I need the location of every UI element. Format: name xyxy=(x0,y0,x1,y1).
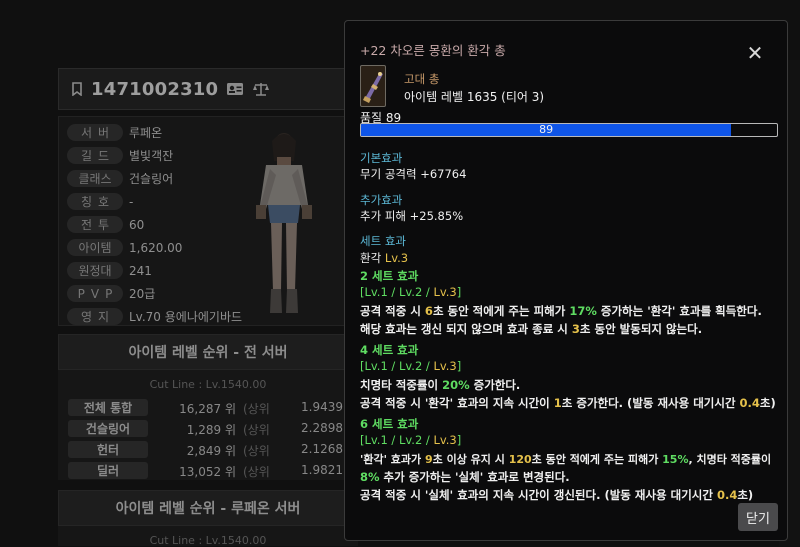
info-value: 건슬링어 xyxy=(129,172,174,186)
ranking-tag: (상위 xyxy=(243,444,270,458)
info-label: PVP xyxy=(67,285,123,302)
set2-effect-line-2: 해당 효과는 갱신 되지 않으며 효과 종료 시 3초 동안 발동되지 않는다. xyxy=(360,322,703,336)
set2-level-line: [Lv.1 / Lv.2 / Lv.3] xyxy=(360,285,462,299)
id-card-icon[interactable] xyxy=(226,82,244,96)
item-tooltip: +22 차오른 몽환의 환각 총 ✕ 고대 총 아이템 레벨 1635 (티어 … xyxy=(344,20,788,541)
ranking-tag: (상위 xyxy=(243,402,270,416)
info-row-guild: 길드 별빛객잔 xyxy=(67,146,173,165)
ranking-label: 전체 통합 xyxy=(68,399,148,416)
info-row-pvp: PVP 20급 xyxy=(67,284,155,303)
extra-effect-line: 추가 피해 +25.85% xyxy=(360,209,464,223)
ranking-row: 건슬링어 1,289 위 (상위 2.2898 xyxy=(58,418,358,439)
tooltip-title: +22 차오른 몽환의 환각 총 xyxy=(360,43,506,58)
info-label: 아이템 xyxy=(67,239,123,256)
set6-effect-line-3: 공격 적중 시 '실체' 효과의 지속 시간이 갱신된다. (발동 재사용 대기… xyxy=(360,488,754,502)
ranking-row: 딜러 13,052 위 (상위 1.9821 xyxy=(58,460,358,481)
ranking-label: 헌터 xyxy=(68,441,148,458)
ranking-pct: 2.1268 xyxy=(301,442,343,456)
ranking-all-servers: 아이템 레벨 순위 - 전 서버 Cut Line : Lv.1540.00 전… xyxy=(58,334,358,480)
extra-effect-heading: 추가효과 xyxy=(360,193,403,207)
info-row-title: 칭호 - xyxy=(67,192,133,211)
set6-effect-line-1: '환각' 효과가 9초 이상 유지 시 120초 동안 적에게 주는 피해가 1… xyxy=(360,453,772,466)
set6-effect-line-2: 8% 추가 증가하는 '실체' 효과로 변경된다. xyxy=(360,470,570,484)
ranking-pct: 1.9439 xyxy=(301,400,343,414)
ranking-rank: 16,287 위 xyxy=(179,402,236,416)
set-effect-heading: 세트 효과 xyxy=(360,234,406,248)
info-row-server: 서버 루페온 xyxy=(67,123,162,142)
set-name-line: 환각 Lv.3 xyxy=(360,250,408,266)
ranking-label: 건슬링어 xyxy=(68,420,148,437)
info-value: - xyxy=(129,194,134,209)
info-value: 20급 xyxy=(129,287,156,301)
ranking-pct: 2.2898 xyxy=(301,421,343,435)
info-row-expedition: 원정대 241 xyxy=(67,261,152,280)
info-row-class: 클래스 건슬링어 xyxy=(67,169,173,188)
quality-bar-value: 89 xyxy=(539,123,554,136)
gun-item-icon xyxy=(360,65,386,107)
profile-code: 1471002310 xyxy=(91,78,219,100)
ranking-row: 전체 통합 16,287 위 (상위 1.9439 xyxy=(58,397,358,418)
info-value: 60 xyxy=(129,217,145,232)
quality-bar: 89 xyxy=(360,123,778,137)
close-button[interactable]: 닫기 xyxy=(738,503,778,531)
item-level: 아이템 레벨 1635 (티어 3) xyxy=(404,90,545,104)
set-name: 환각 xyxy=(360,251,385,265)
ranking-cutline: Cut Line : Lv.1540.00 xyxy=(149,534,267,547)
ranking-title: 아이템 레벨 순위 - 루페온 서버 xyxy=(58,490,358,526)
info-label: 서버 xyxy=(67,124,123,141)
profile-header: 1471002310 xyxy=(58,68,358,110)
bookmark-icon[interactable] xyxy=(71,82,83,96)
ranking-tag: (상위 xyxy=(243,423,270,437)
scale-icon[interactable] xyxy=(252,82,270,96)
ranking-cutline: Cut Line : Lv.1540.00 xyxy=(149,378,267,391)
base-effect-heading: 기본효과 xyxy=(360,151,403,165)
info-row-item: 아이템 1,620.00 xyxy=(67,238,182,257)
set2-heading: 2 세트 효과 xyxy=(360,269,419,283)
set-level: Lv.3 xyxy=(384,251,409,265)
set4-level-line: [Lv.1 / Lv.2 / Lv.3] xyxy=(360,359,462,373)
info-row-estate: 영지 Lv.70 용에나에기바드 xyxy=(67,307,242,326)
close-x-icon[interactable]: ✕ xyxy=(743,41,767,65)
character-info-panel: 서버 루페온 길드 별빛객잔 클래스 건슬링어 칭호 - 전투 60 아이템 1… xyxy=(58,116,358,326)
info-label: 클래스 xyxy=(67,170,123,187)
info-label: 길드 xyxy=(67,147,123,164)
set6-level-line: [Lv.1 / Lv.2 / Lv.3] xyxy=(360,433,462,447)
ranking-tag: (상위 xyxy=(243,465,270,479)
info-value: 별빛객잔 xyxy=(129,149,174,163)
info-value: 1,620.00 xyxy=(129,240,183,255)
info-label: 칭호 xyxy=(67,193,123,210)
info-row-combat: 전투 60 xyxy=(67,215,144,234)
item-grade: 고대 총 xyxy=(404,72,440,86)
base-effect-line: 무기 공격력 +67764 xyxy=(360,167,467,181)
set4-heading: 4 세트 효과 xyxy=(360,343,419,357)
set4-effect-line-1: 치명타 적중률이 20% 증가한다. xyxy=(360,378,521,392)
ranking-rank: 13,052 위 xyxy=(179,465,236,479)
set2-effect-line-1: 공격 적중 시 6초 동안 적에게 주는 피해가 17% 증가하는 '환각' 효… xyxy=(360,304,762,318)
ranking-row: 헌터 2,849 위 (상위 2.1268 xyxy=(58,439,358,460)
set4-effect-line-2: 공격 적중 시 '환각' 효과의 지속 시간이 1초 증가한다. (발동 재사용… xyxy=(360,396,776,410)
info-label: 영지 xyxy=(67,308,123,325)
ranking-server: 아이템 레벨 순위 - 루페온 서버 Cut Line : Lv.1540.00 xyxy=(58,490,358,547)
set6-heading: 6 세트 효과 xyxy=(360,417,419,431)
ranking-title: 아이템 레벨 순위 - 전 서버 xyxy=(58,334,358,370)
ranking-rank: 1,289 위 xyxy=(186,423,236,437)
ranking-pct: 1.9821 xyxy=(301,463,343,477)
info-value: Lv.70 용에나에기바드 xyxy=(129,310,243,324)
info-label: 전투 xyxy=(67,216,123,233)
character-portrait xyxy=(256,133,312,313)
info-value: 루페온 xyxy=(129,126,163,140)
info-value: 241 xyxy=(129,263,152,278)
ranking-rank: 2,849 위 xyxy=(186,444,236,458)
info-label: 원정대 xyxy=(67,262,123,279)
ranking-label: 딜러 xyxy=(68,462,148,479)
